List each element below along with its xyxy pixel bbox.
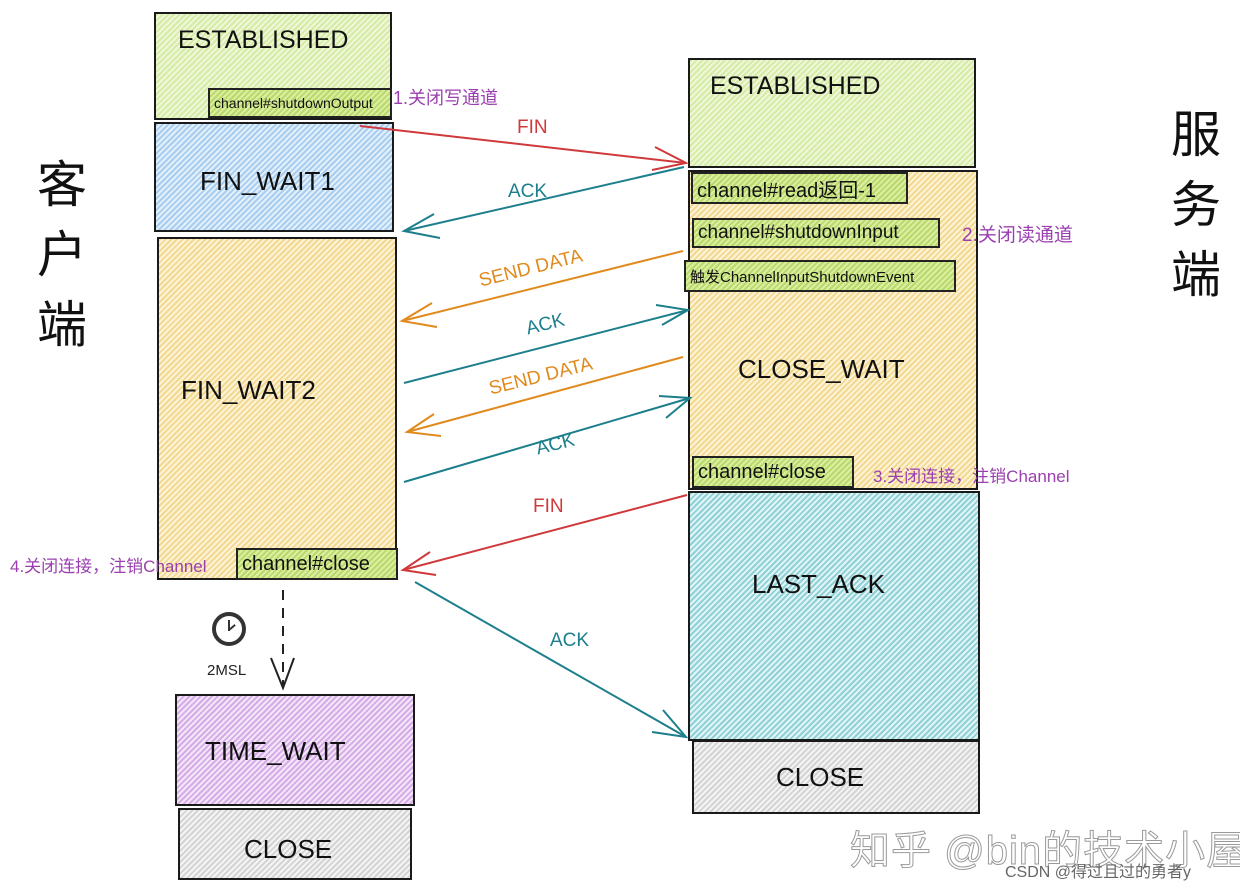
message-label: ACK	[508, 181, 548, 202]
watermark-secondary: CSDN @得过且过的勇者y	[1005, 864, 1192, 881]
message-label: ACK	[550, 630, 590, 651]
message-label: FIN	[517, 117, 548, 138]
arrow-2msl	[270, 590, 295, 691]
message-label: FIN	[533, 496, 564, 517]
arrow-ack-4	[414, 581, 689, 739]
message-arrows	[270, 125, 693, 739]
